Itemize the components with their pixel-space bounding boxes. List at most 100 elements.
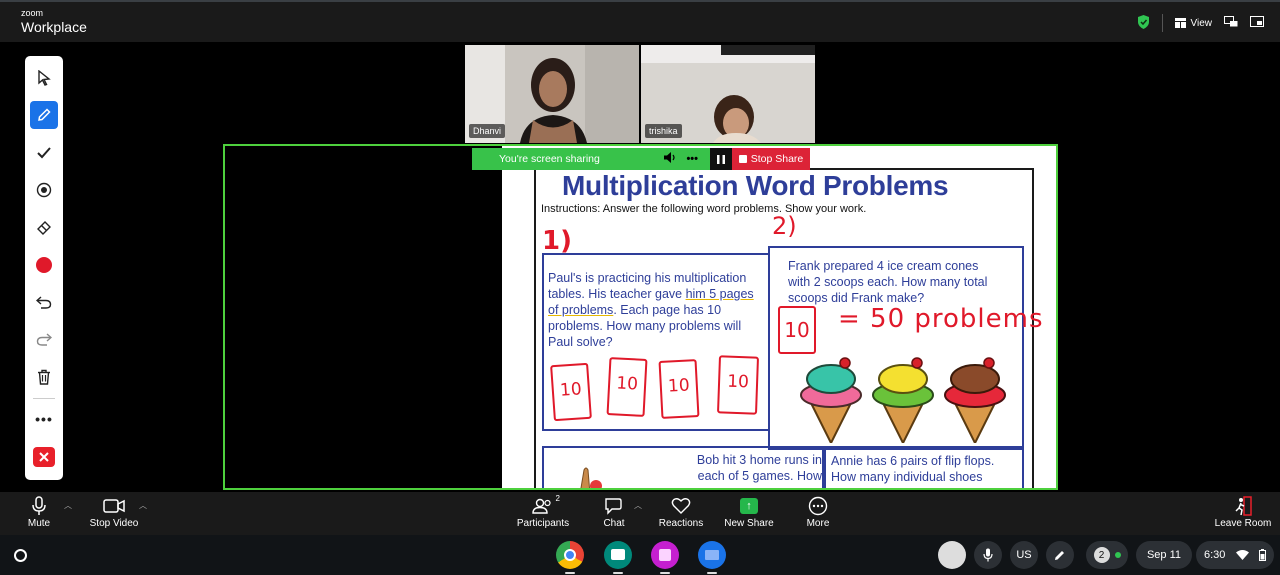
select-pointer-icon[interactable]	[30, 64, 58, 92]
heart-icon	[671, 494, 691, 518]
more-label: More	[806, 518, 830, 529]
video-options-caret-icon[interactable]: ︿	[139, 500, 147, 511]
stop-video-button[interactable]: Stop Video	[88, 494, 140, 529]
ice-cream-cone-illustration	[944, 357, 1006, 443]
brand-small-text: zoom	[21, 8, 44, 18]
share-status[interactable]: You're screen sharing •••	[472, 148, 710, 170]
annotation-toolbar: •••	[25, 56, 63, 480]
participant-name-label: Dhanvi	[469, 124, 506, 138]
app-logo: zoom Workplace	[21, 8, 87, 35]
view-button[interactable]: View	[1174, 17, 1213, 29]
annotation-box: 10	[606, 357, 648, 417]
annotation-number-1: 1)	[542, 226, 572, 256]
annotation-number-2: 2)	[772, 212, 797, 240]
problem-4-text: Annie has 6 pairs of flip flops. How man…	[831, 454, 995, 484]
app-running-indicator	[613, 572, 623, 574]
reactions-button[interactable]: Reactions	[656, 494, 706, 529]
leave-icon	[1233, 494, 1253, 518]
fullscreen-icon[interactable]	[1250, 16, 1264, 30]
stop-share-button[interactable]: Stop Share	[732, 148, 810, 170]
mute-options-caret-icon[interactable]: ︿	[64, 500, 72, 511]
annotation-box: 10	[717, 355, 759, 415]
participants-count: 2	[555, 494, 560, 503]
undo-icon[interactable]	[30, 288, 58, 316]
more-options-icon[interactable]: •••	[686, 153, 698, 165]
keyboard-layout-button[interactable]: US	[1010, 541, 1038, 569]
canvas-app-icon[interactable]	[651, 541, 679, 574]
app-running-indicator	[565, 572, 575, 574]
more-button[interactable]: More	[803, 494, 833, 529]
new-share-button[interactable]: ↑ New Share	[723, 494, 775, 529]
pen-icon[interactable]	[30, 101, 58, 130]
color-picker-icon[interactable]	[30, 251, 58, 279]
brand-name: Workplace	[21, 19, 87, 35]
stop-video-label: Stop Video	[89, 518, 139, 529]
time-label: 6:30	[1204, 549, 1226, 561]
view-label: View	[1190, 17, 1213, 29]
divider	[1161, 14, 1163, 32]
ice-cream-cone-illustration	[800, 357, 862, 443]
chat-options-caret-icon[interactable]: ︿	[634, 500, 642, 511]
new-share-label: New Share	[724, 518, 774, 529]
wifi-icon	[1235, 550, 1249, 560]
close-icon	[33, 446, 55, 467]
pause-icon	[717, 154, 725, 164]
close-toolbar-button[interactable]	[30, 443, 58, 471]
stamp-check-icon[interactable]	[30, 139, 58, 167]
baseball-bat-illustration	[580, 467, 602, 488]
worksheet-title: Multiplication Word Problems	[562, 170, 949, 201]
launcher-button[interactable]	[8, 543, 32, 567]
notification-count-badge: 2	[1093, 547, 1110, 563]
pip-icon[interactable]	[1224, 16, 1238, 30]
launcher-icon	[13, 548, 27, 562]
stop-share-label: Stop Share	[750, 153, 804, 165]
spotlight-icon[interactable]	[30, 176, 58, 204]
status-tray[interactable]: 6:30	[1196, 541, 1274, 569]
files-app-icon[interactable]	[698, 541, 726, 574]
problem-3-text: Bob hit 3 home runs in each of 5 games. …	[696, 453, 822, 483]
date-tray[interactable]: Sep 11	[1136, 541, 1192, 569]
notifications-button[interactable]: 2	[1086, 541, 1128, 569]
chat-icon	[604, 494, 624, 518]
encryption-shield-icon[interactable]	[1137, 14, 1150, 32]
eraser-icon[interactable]	[30, 213, 58, 241]
microphone-tray-icon[interactable]	[974, 541, 1002, 569]
participant-video-dhanvi[interactable]: Dhanvi	[465, 45, 639, 143]
classroom-app-icon[interactable]	[604, 541, 632, 574]
participant-name-label: trishika	[645, 124, 682, 138]
mute-label: Mute	[27, 518, 51, 529]
screen-share-bar: You're screen sharing ••• Stop Share	[472, 148, 810, 170]
clipboard-holding-icon[interactable]	[938, 541, 966, 569]
mute-button[interactable]: Mute	[24, 494, 54, 529]
chat-button[interactable]: Chat	[600, 494, 628, 529]
annotation-box: 10	[550, 362, 592, 422]
chat-label: Chat	[603, 518, 625, 529]
microphone-icon	[32, 494, 46, 518]
worksheet-instructions: Instructions: Answer the following word …	[541, 203, 867, 215]
participant-video-trishika[interactable]: trishika	[641, 45, 815, 143]
trash-icon[interactable]	[30, 363, 58, 391]
redo-icon[interactable]	[30, 326, 58, 354]
shared-screen: Multiplication Word Problems Instruction…	[223, 144, 1058, 490]
title-bar: zoom Workplace View	[0, 0, 1280, 42]
toolbar-divider	[33, 398, 55, 400]
stop-icon	[738, 155, 747, 163]
date-label: Sep 11	[1146, 549, 1182, 561]
participants-button[interactable]: 2 Participants	[514, 494, 572, 529]
meeting-controls: Mute ︿ Stop Video ︿ 2 Participants Chat …	[0, 492, 1280, 535]
annotation-answer: = 50 problems	[838, 304, 1044, 334]
stylus-tools-icon[interactable]	[1046, 541, 1074, 569]
leave-room-button[interactable]: Leave Room	[1214, 494, 1272, 529]
app-running-indicator	[660, 572, 670, 574]
pause-share-button[interactable]	[710, 148, 732, 170]
share-screen-icon: ↑	[740, 494, 758, 518]
speaker-icon[interactable]	[664, 152, 676, 166]
ice-cream-cone-illustration	[872, 357, 934, 443]
video-camera-icon	[103, 494, 125, 518]
chrome-app-icon[interactable]	[556, 541, 584, 574]
more-tools-icon[interactable]: •••	[30, 405, 58, 433]
annotation-box: 10	[658, 359, 700, 419]
problem-2-text: Frank prepared 4 ice cream cones with 2 …	[788, 259, 988, 305]
app-running-indicator	[707, 572, 717, 574]
annotation-answer-box: 10	[778, 306, 816, 354]
